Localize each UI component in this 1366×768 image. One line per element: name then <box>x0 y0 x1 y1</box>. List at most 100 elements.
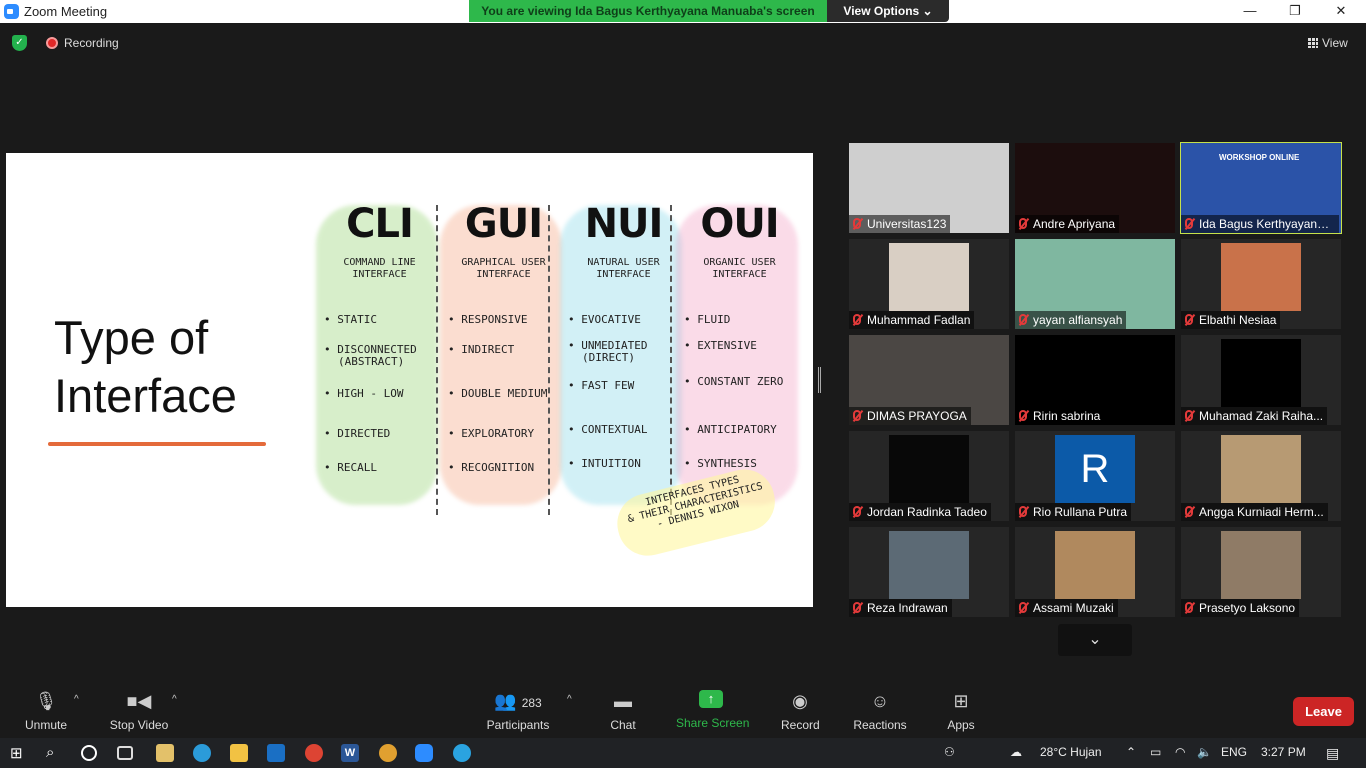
chat-button[interactable]: ▬ Chat <box>606 690 640 732</box>
column-subtitle: COMMAND LINE INTERFACE <box>322 257 437 281</box>
tray-overflow-icon[interactable]: ⌃ <box>1126 745 1136 759</box>
participant-name: Assami Muzaki <box>1015 599 1118 617</box>
subtitle-line: INTERFACE <box>352 269 407 280</box>
meeting-toolbar: 🎙 Unmute ^ ■◀ Stop Video ^ 👥 283 Participan… <box>0 682 1366 738</box>
store-icon[interactable] <box>156 744 174 762</box>
participant-tile[interactable]: Universitas123 <box>849 143 1009 233</box>
participant-name-text: Angga Kurniadi Herm... <box>1199 505 1324 519</box>
close-button[interactable]: ✕ <box>1331 3 1351 19</box>
video-camera-icon: ■◀ <box>126 691 152 711</box>
search-icon[interactable]: ⌕ <box>46 744 64 762</box>
security-shield-icon[interactable]: ✓ <box>12 35 27 51</box>
apps-button[interactable]: ⊞ Apps <box>945 690 977 732</box>
participant-name: Muhamad Zaki Raiha... <box>1181 407 1328 425</box>
splitter-handle[interactable] <box>818 367 821 393</box>
mic-muted-icon <box>853 314 861 325</box>
word-icon[interactable]: W <box>341 744 359 762</box>
view-button[interactable]: View <box>1308 36 1348 50</box>
participant-tile[interactable]: Muhamad Zaki Raiha... <box>1181 335 1341 425</box>
participant-name: yayan alfiansyah <box>1015 311 1127 329</box>
participant-tile[interactable]: Andre Apriyana <box>1015 143 1175 233</box>
participants-button[interactable]: 👥 283 Participants <box>486 690 550 732</box>
characteristic-item: RECALL <box>324 461 377 474</box>
participants-count: 283 <box>521 696 542 710</box>
battery-icon: ▭ <box>1150 745 1162 759</box>
participant-video <box>889 531 969 599</box>
participant-tile[interactable]: Reza Indrawan <box>849 527 1009 617</box>
characteristic-item: STATIC <box>324 313 377 326</box>
subtitle-line: NATURAL USER <box>587 257 660 268</box>
wifi-icon[interactable]: ◠ <box>1175 745 1185 759</box>
telegram-icon[interactable] <box>453 744 471 762</box>
people-icon[interactable]: ⚇ <box>944 745 955 759</box>
gallery-next-page-button[interactable]: ⌄ <box>1058 624 1132 656</box>
participant-tile[interactable]: WORKSHOP ONLINE Ida Bagus Kerthyayana ... <box>1180 142 1342 234</box>
unmute-label: Unmute <box>24 718 68 732</box>
clock[interactable]: 3:27 PM <box>1261 745 1306 759</box>
mic-muted-icon <box>1019 602 1027 613</box>
mic-muted-icon <box>1185 218 1193 229</box>
participant-name-text: yayan alfiansyah <box>1033 313 1123 327</box>
minimize-button[interactable]: — <box>1240 3 1260 18</box>
grid-view-icon <box>1308 38 1318 48</box>
participant-tile[interactable]: yayan alfiansyah <box>1015 239 1175 329</box>
avatar-initial: R <box>1080 447 1110 491</box>
participant-tile[interactable]: Assami Muzaki <box>1015 527 1175 617</box>
view-options-button[interactable]: View Options ⌄ <box>827 0 949 22</box>
share-arrow-icon: ↑ <box>699 690 723 708</box>
interface-column-gui: GUI GRAPHICAL USERINTERFACE RESPONSIVE INDI… <box>440 201 562 541</box>
characteristic-item: EXPLORATORY <box>448 427 534 440</box>
participants-label: Participants <box>486 718 550 732</box>
record-button[interactable]: ◉ Record <box>781 690 820 732</box>
cortana-icon[interactable] <box>81 745 97 761</box>
language-indicator[interactable]: ENG <box>1221 745 1247 759</box>
weather-text[interactable]: 28°C Hujan <box>1040 745 1102 759</box>
volume-icon[interactable]: 🔈 <box>1197 745 1212 759</box>
notifications-icon[interactable]: ▤ <box>1326 745 1339 762</box>
participant-tile[interactable]: Ririn sabrina <box>1015 335 1175 425</box>
participant-tile[interactable]: Prasetyo Laksono <box>1181 527 1341 617</box>
participant-tile[interactable]: DIMAS PRAYOGA <box>849 335 1009 425</box>
participant-tile[interactable]: Elbathi Nesiaa <box>1181 239 1341 329</box>
participant-video <box>1221 243 1301 311</box>
participant-tile[interactable]: R Rio Rullana Putra <box>1015 431 1175 521</box>
mail-icon[interactable] <box>267 744 285 762</box>
recording-indicator-icon <box>46 37 58 49</box>
column-heading: OUI <box>700 201 779 247</box>
participants-icon: 👥 283 <box>494 691 542 711</box>
maximize-button[interactable]: ❐ <box>1285 3 1305 19</box>
windows-start-icon[interactable]: ⊞ <box>10 744 28 762</box>
unmute-button[interactable]: 🎙 Unmute <box>22 690 70 732</box>
stop-video-button[interactable]: ■◀ Stop Video <box>106 690 172 732</box>
edge-icon[interactable] <box>193 744 211 762</box>
participant-tile[interactable]: Muhammad Fadlan <box>849 239 1009 329</box>
title-underline <box>48 442 266 446</box>
subtitle-line: INTERFACE <box>712 269 767 280</box>
participant-tile[interactable]: Angga Kurniadi Herm... <box>1181 431 1341 521</box>
mic-muted-icon <box>853 410 861 421</box>
file-explorer-icon[interactable] <box>230 744 248 762</box>
reactions-button[interactable]: ☺ Reactions <box>853 690 907 732</box>
weather-icon[interactable]: ☁ <box>1010 745 1022 759</box>
participant-name: Reza Indrawan <box>849 599 952 617</box>
task-view-icon[interactable] <box>117 746 133 760</box>
participants-options-caret[interactable]: ^ <box>567 694 572 705</box>
video-options-caret[interactable]: ^ <box>172 694 177 705</box>
participant-video <box>1221 339 1301 407</box>
audio-options-caret[interactable]: ^ <box>74 694 79 705</box>
participant-name-text: Prasetyo Laksono <box>1199 601 1296 615</box>
characteristic-item: (DIRECT) <box>582 351 635 364</box>
chrome-icon[interactable] <box>305 744 323 762</box>
subtitle-line: INTERFACE <box>476 269 531 280</box>
chrome-icon-2[interactable] <box>379 744 397 762</box>
leave-button[interactable]: Leave <box>1293 697 1354 726</box>
share-screen-button[interactable]: ↑ Share Screen <box>676 690 749 730</box>
participant-video <box>889 435 969 503</box>
participant-name: Ida Bagus Kerthyayana ... <box>1181 215 1339 233</box>
zoom-taskbar-icon[interactable] <box>415 744 433 762</box>
participant-video <box>889 243 969 311</box>
participant-name: Andre Apriyana <box>1015 215 1120 233</box>
interface-column-cli: CLICOMMAND LINEINTERFACESTATICDISCONNECT… <box>316 201 438 541</box>
participant-tile[interactable]: Jordan Radinka Tadeo <box>849 431 1009 521</box>
divider <box>670 205 672 515</box>
